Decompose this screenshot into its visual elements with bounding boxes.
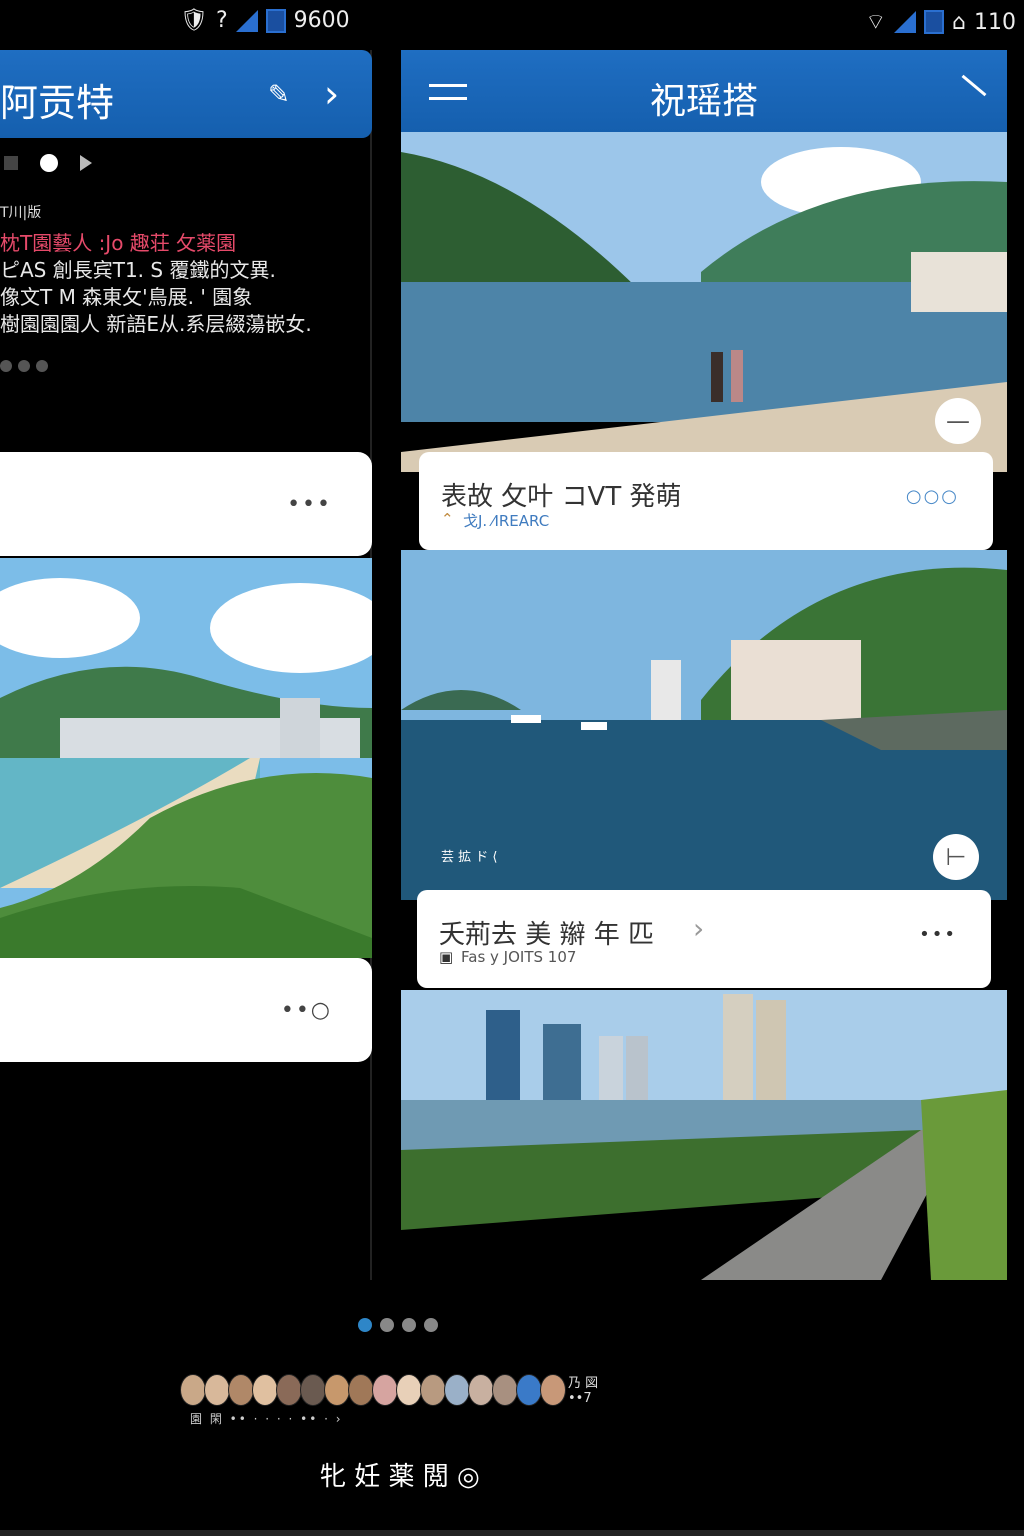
left-panel: 阿贡特 ✎ › T川|版 枕T園藝人 :Jo 趣荘 攵薬園 ピAS 創長宾T1.…	[0, 50, 372, 1280]
navigation-bar	[0, 1530, 1024, 1536]
status-time: 9600	[293, 8, 350, 33]
body-line: 枕T園藝人 :Jo 趣荘 攵薬園	[0, 231, 237, 255]
page-dot-active[interactable]	[358, 1318, 372, 1332]
avatar[interactable]	[204, 1374, 230, 1406]
right-card-2[interactable]: 夭荊去 美 辮 年 匹 › ▣ Fas y JOITS 107 •••	[417, 890, 991, 988]
lake-illustration	[401, 132, 1007, 472]
chevron-right-icon[interactable]: ›	[324, 72, 339, 116]
avatar[interactable]	[324, 1374, 350, 1406]
cellular-icon	[235, 9, 258, 32]
shield-icon: 🛡	[180, 8, 208, 33]
more-icon[interactable]: •••	[919, 924, 957, 945]
waterfront-image	[401, 990, 1007, 1280]
card-title: 表故 攵叶 コVT 発萌	[441, 482, 682, 512]
avatar-caption-row: 園 閑 •• · · · · •• · ›	[190, 1412, 343, 1426]
beach-image	[0, 558, 372, 958]
page-dot[interactable]	[402, 1318, 416, 1332]
right-header-title: 祝瑶搭	[649, 81, 758, 122]
status-bar: 🛡 ? 9600 ⌔ ⌂ 110	[0, 0, 1024, 46]
chevron-right-icon[interactable]: ›	[693, 912, 704, 945]
card-subtitle: 戈J. ⁄IREARC	[463, 512, 550, 530]
avatar[interactable]	[540, 1374, 566, 1406]
card-subtitle: Fas y JOITS 107	[461, 948, 577, 966]
more-icon[interactable]: ••○	[281, 998, 332, 1023]
status-right-text: 110	[974, 9, 1016, 35]
avatar[interactable]	[492, 1374, 518, 1406]
more-icon[interactable]: ○○○	[906, 486, 959, 507]
minus-button[interactable]: —	[935, 398, 981, 444]
bottom-label: 牝 妊 薬 閲 ◎	[320, 1462, 480, 1492]
building-icon: ▣	[439, 948, 454, 966]
page-dot[interactable]	[380, 1318, 394, 1332]
body-line: 像文T M 森東攵'鳥展. ' 園象	[0, 285, 253, 309]
avatar[interactable]	[348, 1374, 374, 1406]
image-caption: 芸 拡 ド ⟨	[441, 850, 498, 865]
left-card-2[interactable]: ••○	[0, 958, 372, 1062]
cellular-icon-right	[894, 11, 917, 33]
body-line: 樹園園園人 新語E从.系层綴蕩嵌女.	[0, 312, 312, 336]
avatar[interactable]	[468, 1374, 494, 1406]
left-header: 阿贡特 ✎ ›	[0, 50, 372, 138]
beach-illustration	[0, 558, 372, 958]
battery-icon	[265, 8, 286, 33]
avatar[interactable]	[516, 1374, 542, 1406]
media-controls	[4, 154, 92, 172]
signal-icon: ?	[215, 8, 228, 33]
right-card-1[interactable]: 表故 攵叶 コVT 発萌 ⌃ 戈J. ⁄IREARC ○○○	[419, 452, 993, 550]
status-right: ⌔ ⌂ 110	[865, 8, 1016, 36]
wifi-icon: ⌔	[865, 10, 887, 35]
card-title: 夭荊去 美 辮 年 匹	[439, 920, 655, 950]
avatar[interactable]	[396, 1374, 422, 1406]
avatar[interactable]	[228, 1374, 254, 1406]
edit-icon[interactable]: ✎	[268, 80, 290, 110]
status-left: 🛡 ? 9600	[180, 8, 350, 33]
left-body-text: 枕T園藝人 :Jo 趣荘 攵薬園 ピAS 創長宾T1. S 覆鐵的文異. 像文T…	[0, 230, 360, 338]
more-icon[interactable]: •••	[287, 492, 332, 517]
avatar-strip[interactable]: 乃 図 ••7	[180, 1374, 598, 1406]
record-icon[interactable]	[40, 154, 58, 172]
body-line: ピAS 創長宾T1. S 覆鐵的文異.	[0, 258, 276, 282]
stop-icon[interactable]	[4, 156, 18, 170]
loading-dots	[0, 360, 48, 372]
collapse-button[interactable]: ⊢	[933, 834, 979, 880]
avatar[interactable]	[372, 1374, 398, 1406]
page-indicator[interactable]	[358, 1318, 438, 1332]
page-dot[interactable]	[424, 1318, 438, 1332]
avatar[interactable]	[420, 1374, 446, 1406]
lock-icon: ⌂	[952, 9, 966, 35]
right-header: 祝瑶搭	[401, 50, 1007, 132]
left-card-1[interactable]: •••	[0, 452, 372, 556]
waterfront-illustration	[401, 990, 1007, 1280]
avatar[interactable]	[180, 1374, 206, 1406]
avatar[interactable]	[252, 1374, 278, 1406]
right-panel: 祝瑶搭 — 表故 攵叶 コVT 発萌 ⌃ 戈J. ⁄IREARC ○○○ 芸 拡…	[401, 50, 1007, 1280]
location-icon: ⌃	[441, 510, 454, 528]
avatar[interactable]	[300, 1374, 326, 1406]
left-header-title: 阿贡特	[0, 81, 115, 125]
avatar-label: 乃 図 ••7	[568, 1376, 599, 1406]
avatar[interactable]	[276, 1374, 302, 1406]
lake-image	[401, 132, 1007, 472]
battery-icon-right	[924, 10, 945, 34]
play-icon[interactable]	[80, 155, 92, 171]
avatar[interactable]	[444, 1374, 470, 1406]
left-subtitle: T川|版	[0, 205, 42, 221]
